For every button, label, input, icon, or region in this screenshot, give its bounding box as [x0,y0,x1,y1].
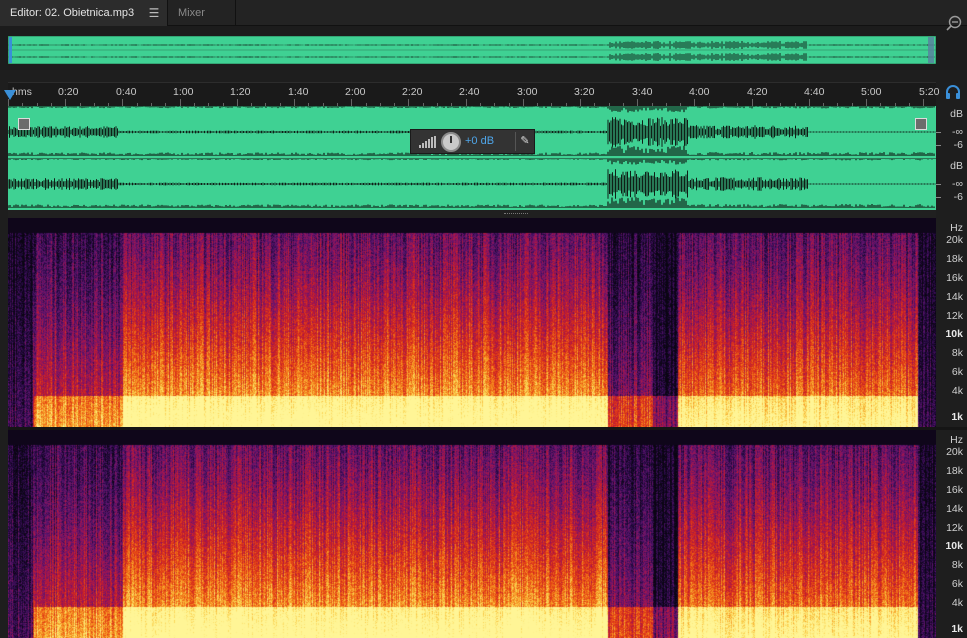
ruler-tick [808,99,810,106]
ruler-tick-label: 1:40 [288,86,309,98]
ruler-tick-label: 2:20 [402,86,423,98]
tab-menu-icon[interactable]: ☰ [147,0,161,26]
hz-label: 8k [951,559,963,571]
ruler-tick [580,99,581,106]
ruler-tick [294,99,295,106]
timeline-ruler[interactable]: hms 0:20 0:40 1:00 1:20 1:40 2:00 2:20 2:40 3:00 3… [8,82,940,106]
tab-mixer-label: Mixer [178,7,205,19]
hz-label: 1k [951,411,963,423]
hz-label: 8k [951,347,963,359]
ruler-tick-label: 3:20 [574,86,595,98]
frequency-scale-left: Hz 20k 18k 16k 14k 12k 10k 8k 6k 4k 1k [936,218,967,427]
ruler-tick-label: 2:40 [459,86,480,98]
hz-label: 4k [951,597,963,609]
tab-editor[interactable]: Editor: 02. Obietnica.mp3 [0,0,168,26]
hz-label: 20k [946,446,963,458]
db-label: -∞ [952,178,963,190]
pin-icon[interactable]: ✎ [515,132,534,151]
ruler-tick [465,99,467,106]
ruler-tick-label: 4:00 [689,86,710,98]
ruler-tick-label: 0:20 [58,86,79,98]
db-label: -6 [953,191,963,203]
db-tick [936,197,941,198]
ruler-tick [694,99,696,106]
zoom-out-icon[interactable] [944,13,964,33]
frequency-scale-right: Hz 20k 18k 16k 14k 12k 10k 8k 6k 4k 1k [936,430,967,638]
hz-label: 6k [951,578,963,590]
hz-label: 14k [946,291,963,303]
hz-label: 1k [951,623,963,635]
gain-knob-icon[interactable] [441,132,461,152]
splitter-grip[interactable] [504,213,528,215]
hz-label: 14k [946,503,963,515]
ruler-tick [236,99,238,106]
spectral-display-left[interactable] [8,218,936,427]
ruler-tick-label: 2:00 [345,86,366,98]
hz-label: 20k [946,234,963,246]
ruler-tick-label: 5:20 [919,86,940,98]
waveform-channel-trace [8,169,936,199]
db-scale: dB -∞ -6 dB -∞ -6 [936,106,967,210]
ruler-tick [408,99,410,106]
hz-label: Hz [950,434,963,446]
channel-divider [8,158,936,159]
ruler-tick-label: 3:40 [632,86,653,98]
hz-label: 18k [946,465,963,477]
ruler-tick-label: 1:20 [230,86,251,98]
spectral-display-right[interactable] [8,430,936,638]
hz-label: 6k [951,366,963,378]
volume-hud[interactable]: +0 dB ✎ [410,129,535,154]
ruler-tick-label: 5:00 [861,86,882,98]
gain-value[interactable]: +0 dB [465,135,494,147]
db-label: dB [950,160,963,172]
ruler-tick [751,99,753,106]
spectrogram-left [8,218,936,427]
waveform-display[interactable] [8,106,936,210]
ruler-tick [923,99,925,106]
ruler-tick [122,99,124,106]
overview-waveform[interactable] [8,36,936,64]
db-tick [936,184,941,185]
ruler-tick [65,99,67,106]
hz-label: 12k [946,310,963,322]
hz-label: 4k [951,385,963,397]
fade-out-handle[interactable] [915,118,927,130]
ruler-tick [522,99,524,106]
hz-label: 16k [946,484,963,496]
hz-label: 18k [946,253,963,265]
view-splitter[interactable] [8,210,936,218]
ruler-tick [179,99,181,106]
db-label: dB [950,108,963,120]
fade-in-handle[interactable] [18,118,30,130]
headphones-icon[interactable] [944,84,962,100]
hz-label: 16k [946,272,963,284]
playhead-marker[interactable] [4,90,16,100]
tab-mixer[interactable]: Mixer [168,0,236,26]
ruler-tick [8,99,9,106]
hz-label: 10k [945,328,963,340]
volume-bars-icon [419,136,436,148]
tab-editor-label: Editor: 02. Obietnica.mp3 [10,7,135,19]
ruler-tick-label: 3:00 [517,86,538,98]
hz-label: 10k [945,540,963,552]
db-label: -6 [953,139,963,151]
hz-label: 12k [946,522,963,534]
ruler-tick [637,99,639,106]
ruler-tick-label: 4:20 [747,86,768,98]
db-label: -∞ [952,126,963,138]
db-tick [936,132,941,133]
ruler-tick [351,99,353,106]
hz-label: Hz [950,222,963,234]
ruler-tick-label: 4:40 [804,86,825,98]
ruler-tick-label: 0:40 [116,86,137,98]
spectrogram-right [8,430,936,638]
ruler-tick-label: 1:00 [173,86,194,98]
tab-bar: Editor: 02. Obietnica.mp3 ☰ Mixer [0,0,967,26]
db-tick [936,145,941,146]
ruler-tick [866,99,867,106]
